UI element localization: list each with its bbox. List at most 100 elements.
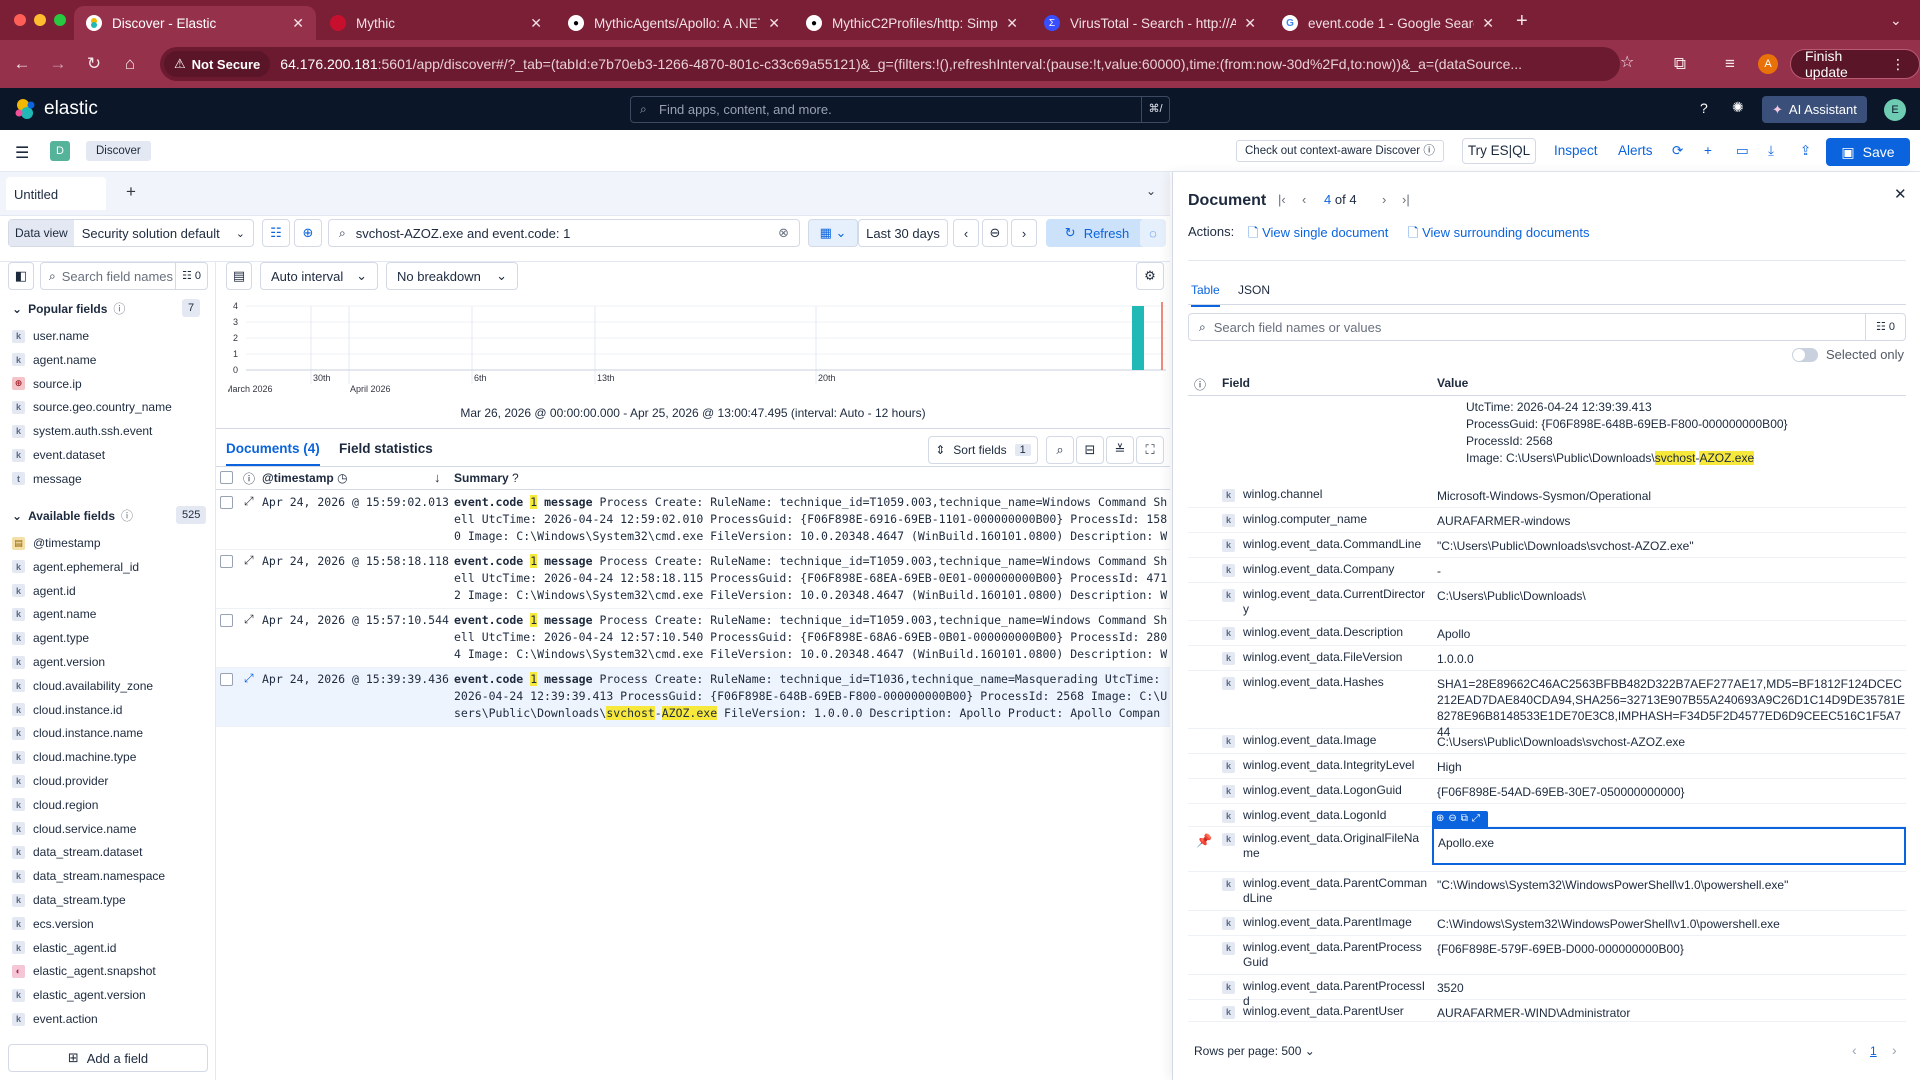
field-list-item[interactable]: k cloud.instance.id [12, 700, 122, 720]
alerts-button[interactable]: Alerts [1618, 143, 1653, 158]
field-list-item[interactable]: ▤ @timestamp [12, 533, 101, 553]
search-in-table-icon[interactable]: ⌕ [1046, 436, 1074, 464]
row-select-checkbox[interactable] [220, 496, 233, 509]
finish-update-button[interactable]: Finish update ⋮ [1790, 48, 1920, 80]
tab-documents[interactable]: Documents (4) [226, 441, 320, 466]
close-tab-icon[interactable]: ✕ [292, 15, 304, 32]
next-document-icon[interactable]: › [1382, 192, 1386, 207]
expand-row-icon[interactable]: ⤢ [244, 494, 254, 509]
document-field-value[interactable]: "C:\Users\Public\Downloads\svchost-AZOZ.… [1437, 538, 1905, 554]
column-header-timestamp[interactable]: @timestamp ◷ [262, 471, 348, 485]
available-fields-header[interactable]: ⌄ Available fields ⓘ [12, 507, 133, 524]
add-tab-icon[interactable]: + [126, 182, 136, 202]
field-list-item[interactable]: k agent.version [12, 652, 105, 672]
refresh-button[interactable]: ↻ Refresh [1046, 219, 1148, 247]
close-window-icon[interactable] [14, 14, 26, 26]
forward-icon[interactable]: → [48, 54, 68, 74]
query-input[interactable]: ⌕ svchost-AZOZ.exe and event.code: 1 ⊗ [328, 219, 800, 247]
breakdown-select[interactable]: No breakdown ⌄ [386, 262, 518, 290]
document-field-value[interactable]: C:\Users\Public\Downloads\svchost-AZOZ.e… [1437, 734, 1905, 750]
field-list-item[interactable]: k cloud.machine.type [12, 747, 136, 767]
data-view-picker[interactable]: Data view Security solution default ⌄ [8, 219, 254, 247]
popular-fields-header[interactable]: ⌄ Popular fields ⓘ [12, 300, 125, 317]
zoom-window-icon[interactable] [54, 14, 66, 26]
browser-tab-google[interactable]: G event.code 1 - Google Search ✕ [1270, 6, 1506, 40]
filter-menu-button[interactable]: ☷ [262, 219, 290, 247]
field-list-item[interactable]: t message [12, 469, 82, 489]
document-field-value[interactable]: - [1437, 563, 1905, 579]
time-range-display[interactable]: Last 30 days [858, 219, 948, 247]
collapse-sidebar-icon[interactable]: ◧ [8, 262, 34, 290]
rows-per-page-select[interactable]: Rows per page: 500 ⌄ [1194, 1044, 1315, 1058]
browser-tab-discover[interactable]: Discover - Elastic ✕ [74, 6, 316, 40]
last-document-icon[interactable]: ›| [1402, 192, 1410, 207]
field-list-item[interactable]: k agent.type [12, 628, 89, 648]
close-tab-icon[interactable]: ✕ [530, 15, 542, 32]
field-list-item[interactable]: k data_stream.type [12, 890, 126, 910]
news-feed-icon[interactable]: ✺ [1732, 99, 1744, 116]
home-icon[interactable]: ⌂ [120, 54, 140, 74]
row-select-checkbox[interactable] [220, 614, 233, 627]
display-options-icon[interactable]: ⊟ [1076, 436, 1104, 464]
add-field-button[interactable]: ⊞ Add a field [8, 1044, 208, 1072]
field-list-item[interactable]: k ecs.version [12, 914, 94, 934]
field-search-input[interactable]: ⌕ Search field names ☷ 0 [40, 262, 208, 290]
field-list-item[interactable]: k cloud.service.name [12, 819, 136, 839]
document-field-value[interactable]: Apollo [1437, 626, 1905, 642]
next-page-icon[interactable]: › [1892, 1042, 1897, 1058]
view-single-document-link[interactable]: 🗋 View single document [1248, 224, 1388, 246]
document-field-value[interactable]: AURAFARMER-WIND\Administrator [1437, 1005, 1905, 1021]
back-icon[interactable]: ← [12, 54, 32, 74]
chart-options-icon[interactable]: ⚙ [1136, 262, 1164, 290]
field-list-item[interactable]: k agent.name [12, 604, 96, 624]
reload-icon[interactable]: ↻ [84, 54, 104, 74]
document-field-search-input[interactable]: ⌕ Search field names or values ☷ 0 [1188, 313, 1906, 341]
field-list-item[interactable]: k agent.name [12, 350, 96, 370]
field-list-item[interactable]: k system.auth.ssh.event [12, 421, 152, 441]
time-step-back-icon[interactable]: ‹ [953, 219, 979, 247]
sort-descending-icon[interactable]: ↓ [434, 470, 441, 485]
field-list-item[interactable]: k agent.ephemeral_id [12, 557, 139, 577]
fullscreen-icon[interactable]: ⛶ [1136, 436, 1164, 464]
open-folder-icon[interactable]: ▭ [1736, 143, 1749, 159]
tab-json[interactable]: JSON [1238, 283, 1270, 297]
save-button[interactable]: ▣ Save [1826, 138, 1910, 166]
minimize-window-icon[interactable] [34, 14, 46, 26]
document-field-value[interactable]: High [1437, 759, 1905, 775]
discover-tab-untitled[interactable]: Untitled [6, 177, 106, 210]
close-flyout-icon[interactable]: ✕ [1894, 185, 1907, 203]
expand-row-icon[interactable]: ⤢ [244, 553, 254, 568]
field-list-item[interactable]: k source.geo.country_name [12, 397, 172, 417]
clear-query-icon[interactable]: ⊗ [778, 225, 799, 241]
media-controls-icon[interactable]: ≡ [1720, 54, 1740, 74]
close-tab-icon[interactable]: ✕ [1006, 15, 1018, 32]
tab-field-statistics[interactable]: Field statistics [339, 441, 433, 456]
field-list-item[interactable]: k event.dataset [12, 445, 105, 465]
help-icon[interactable]: ? [1700, 100, 1708, 116]
previous-document-icon[interactable]: ‹ [1302, 192, 1306, 207]
field-list-item[interactable]: ◐ elastic_agent.snapshot [12, 961, 156, 981]
cell-actions-toolbar[interactable]: ⊕⊖⧉⤢ [1432, 811, 1488, 827]
not-secure-badge[interactable]: ⚠ Not Secure [164, 51, 271, 77]
auto-refresh-icon[interactable]: ◌ [1140, 219, 1166, 247]
previous-page-icon[interactable]: ‹ [1852, 1042, 1857, 1058]
document-field-value[interactable]: Microsoft-Windows-Sysmon/Operational [1437, 488, 1905, 504]
time-step-forward-icon[interactable]: › [1011, 219, 1037, 247]
bookmark-star-icon[interactable]: ☆ [1620, 52, 1634, 72]
close-tab-icon[interactable]: ✕ [768, 15, 780, 32]
profile-avatar[interactable]: A [1758, 54, 1778, 74]
document-field-value[interactable]: {F06F898E-579F-69EB-D000-000000000B00} [1437, 941, 1905, 957]
address-bar[interactable]: ⚠ Not Secure 64.176.200.181:5601/app/disc… [160, 47, 1634, 81]
sort-fields-button[interactable]: ⇕ Sort fields 1 [928, 436, 1038, 464]
global-search-input[interactable]: ⌕ Find apps, content, and more. ⌘/ [630, 96, 1170, 123]
context-aware-discover-link[interactable]: Check out context-aware Discover ⓘ [1236, 140, 1444, 162]
select-all-checkbox[interactable] [220, 471, 233, 484]
row-select-checkbox[interactable] [220, 555, 233, 568]
tab-search-chevron-icon[interactable]: ⌄ [1890, 12, 1902, 29]
background-search-icon[interactable]: ⟳ [1672, 143, 1683, 159]
field-filter-button[interactable]: ☷ 0 [174, 263, 207, 289]
browser-tab-http-github[interactable]: ● MythicC2Profiles/http: Simple ✕ [794, 6, 1030, 40]
user-avatar[interactable]: E [1884, 99, 1906, 121]
expand-row-icon[interactable]: ⤢ [244, 612, 254, 627]
elastic-logo[interactable]: elastic [14, 98, 98, 120]
